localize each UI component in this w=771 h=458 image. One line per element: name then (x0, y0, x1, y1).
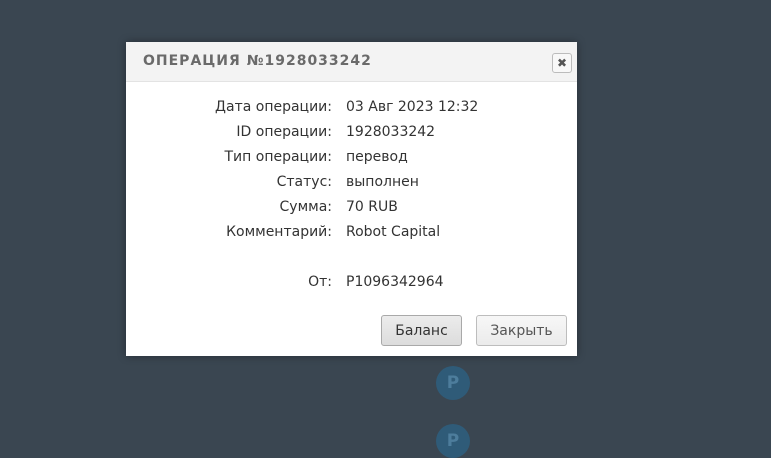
close-icon[interactable]: ✖ (552, 53, 572, 73)
detail-value: P1096342964 (346, 274, 444, 290)
detail-label: ID операции: (236, 124, 332, 140)
detail-value: 70 RUB (346, 199, 398, 215)
balance-button[interactable]: Баланс (381, 315, 462, 346)
detail-row-comment: Комментарий: Robot Capital (126, 224, 577, 244)
detail-value: Robot Capital (346, 224, 441, 240)
detail-row-status: Статус: выполнен (126, 174, 577, 194)
detail-row-from: От: P1096342964 (126, 274, 577, 294)
background-table-header (0, 16, 771, 42)
detail-row-date: Дата операции: 03 Авг 2023 12:32 (126, 99, 577, 119)
detail-label: Тип операции: (224, 149, 333, 165)
detail-label: Дата операции: (215, 99, 332, 115)
detail-value: перевод (346, 149, 408, 165)
detail-row-type: Тип операции: перевод (126, 149, 577, 169)
detail-row-amount: Сумма: 70 RUB (126, 199, 577, 219)
modal-title: ОПЕРАЦИЯ №1928033242 (143, 53, 372, 69)
detail-value: 1928033242 (346, 124, 436, 140)
payeer-coin-icon: P (436, 366, 470, 400)
operation-details-modal: ОПЕРАЦИЯ №1928033242 ✖ Дата операции: 03… (126, 42, 577, 356)
detail-label: От: (308, 274, 332, 290)
detail-label: Сумма: (279, 199, 332, 215)
detail-label: Статус: (276, 174, 332, 190)
detail-value: выполнен (346, 174, 419, 190)
close-button[interactable]: Закрыть (476, 315, 567, 346)
detail-value: 03 Авг 2023 12:32 (346, 99, 479, 115)
detail-label: Комментарий: (226, 224, 332, 240)
modal-header: ОПЕРАЦИЯ №1928033242 ✖ (126, 42, 577, 82)
detail-row-id: ID операции: 1928033242 (126, 124, 577, 144)
